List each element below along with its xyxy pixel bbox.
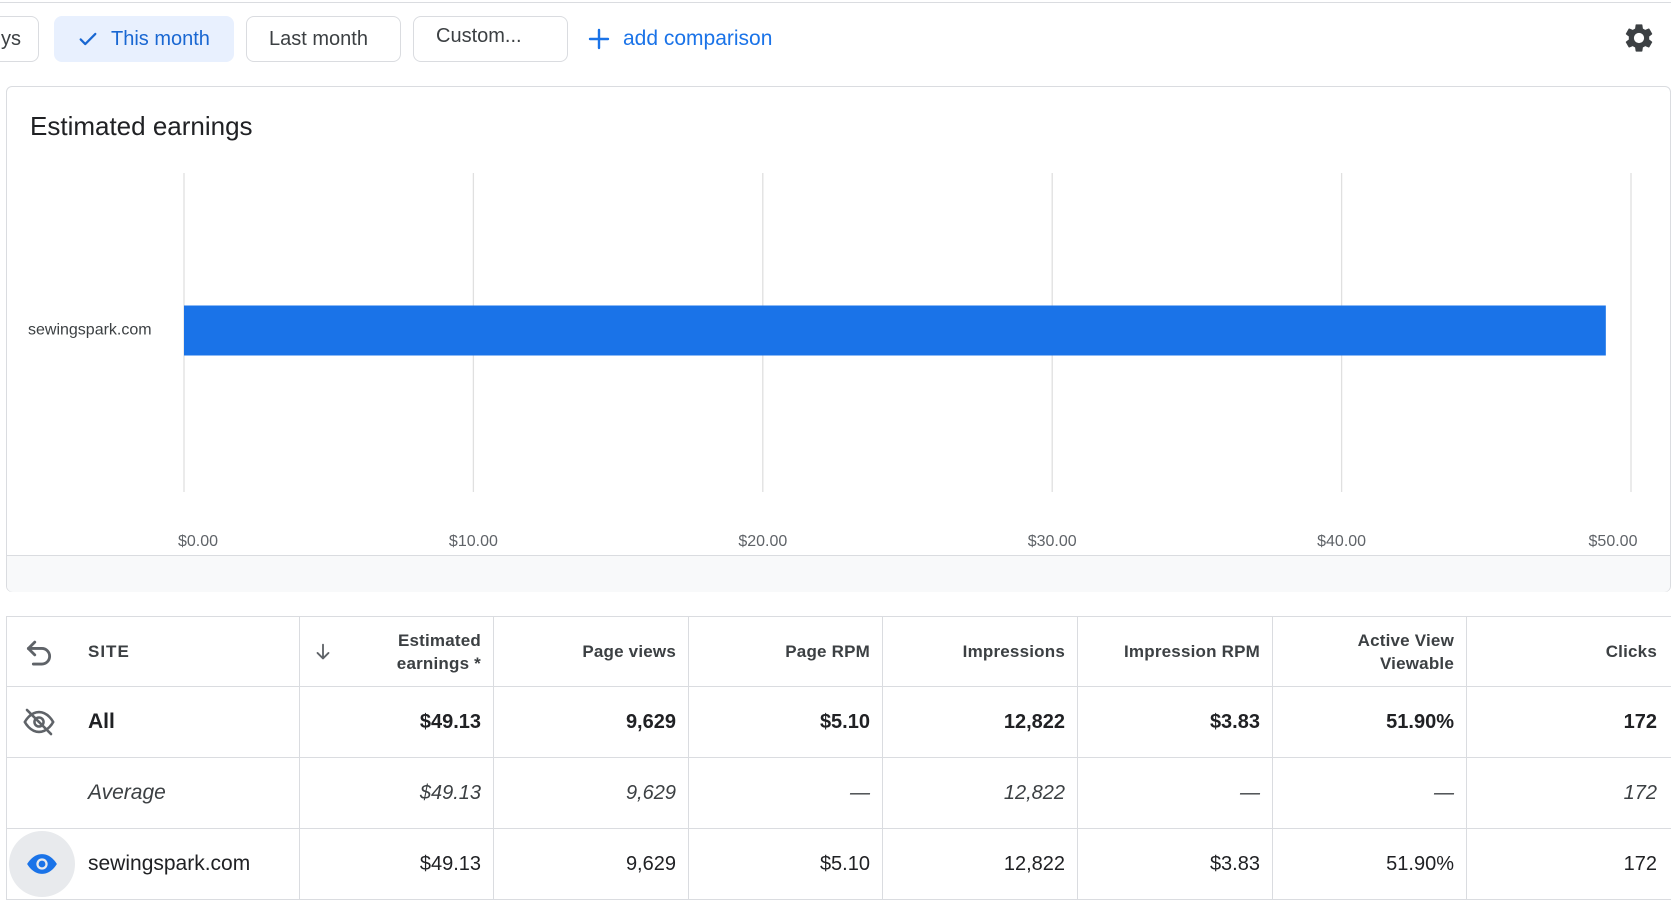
page-rpm-value: — [689, 758, 883, 828]
earnings-value: $49.13 [300, 829, 494, 899]
page-views-value: 9,629 [494, 758, 689, 828]
clicks-value: 172 [1623, 781, 1657, 804]
last-month-chip[interactable]: Last month [246, 16, 401, 62]
site-header-label[interactable]: SITE [88, 617, 130, 686]
impressions-value: 12,822 [883, 829, 1078, 899]
bar [184, 305, 1606, 356]
x-tick-label: $50.00 [1589, 533, 1638, 550]
site-name: sewingspark.com [88, 852, 251, 875]
earnings-bar-chart: $0.00 $10.00 $20.00 $30.00 $40.00 $50.00 sewin… [28, 173, 1638, 550]
impression-rpm-value: $3.83 [1078, 687, 1273, 757]
active-view-value: — [1273, 758, 1467, 828]
x-tick-label: $40.00 [1317, 533, 1366, 550]
active-view-header[interactable]: Active View Viewable [1273, 617, 1467, 686]
active-view-header-line1: Active View [1357, 630, 1454, 650]
x-tick-label: $30.00 [1028, 533, 1077, 550]
impression-rpm-value: — [1078, 758, 1273, 828]
table-header-row: SITE Estimated earnings * Page views Page… [6, 616, 1671, 687]
check-icon [79, 32, 97, 46]
site-header-cell: SITE [6, 617, 300, 686]
table-row-site: sewingspark.com $49.13 9,629 $5.10 12,82… [6, 829, 1671, 900]
active-view-header-line2: Viewable [1379, 653, 1454, 673]
page-views-header[interactable]: Page views [494, 617, 689, 686]
site-cell: Average [6, 758, 300, 828]
add-comparison-button[interactable]: add comparison [587, 22, 772, 56]
table-row-all: All $49.13 9,629 $5.10 12,822 $3.83 51.9… [6, 687, 1671, 758]
gear-icon[interactable] [1622, 21, 1656, 55]
x-tick-label: $20.00 [738, 533, 787, 550]
x-tick-label: $10.00 [449, 533, 498, 550]
date-filter-bar: ys This month Last month Custom... add c… [0, 0, 1671, 84]
this-month-chip[interactable]: This month [54, 16, 234, 62]
date-chip-partial-label: ys [1, 27, 21, 50]
plus-icon [588, 28, 610, 50]
earnings-header-line1: Estimated [397, 630, 481, 650]
active-view-value: 51.90% [1273, 687, 1467, 757]
clicks-value: 172 [1623, 852, 1657, 875]
impressions-value: 12,822 [883, 687, 1078, 757]
category-label: sewingspark.com [28, 322, 152, 339]
impression-rpm-header[interactable]: Impression RPM [1078, 617, 1273, 686]
impressions-value: 12,822 [883, 758, 1078, 828]
date-chip-partial[interactable]: ys [0, 16, 39, 62]
eye-icon[interactable] [25, 847, 59, 881]
x-tick-label: $0.00 [178, 533, 218, 550]
site-name: Average [88, 781, 166, 804]
estimated-earnings-chart-card: Estimated earnings $0.00 $10.00 $20.00 $30.… [6, 86, 1671, 592]
this-month-label: This month [111, 27, 210, 50]
eye-off-icon[interactable] [22, 705, 56, 739]
impression-rpm-value: $3.83 [1078, 829, 1273, 899]
add-comparison-label: add comparison [623, 27, 773, 50]
custom-range-label: Custom... [436, 25, 522, 47]
page-rpm-value: $5.10 [689, 687, 883, 757]
impressions-header[interactable]: Impressions [883, 617, 1078, 686]
site-cell: All [6, 687, 300, 757]
earnings-header[interactable]: Estimated earnings * [300, 617, 494, 686]
last-month-label: Last month [269, 27, 368, 50]
clicks-value: 172 [1623, 710, 1657, 733]
custom-range-chip[interactable]: Custom... [413, 16, 568, 62]
table-row-average: Average $49.13 9,629 — 12,822 — — 172 [6, 758, 1671, 829]
undo-icon[interactable] [22, 635, 56, 669]
earnings-header-line2: earnings * [396, 653, 481, 673]
active-view-value: 51.90% [1273, 829, 1467, 899]
clicks-header[interactable]: Clicks [1467, 617, 1671, 686]
site-cell: sewingspark.com [6, 829, 300, 899]
page-rpm-header[interactable]: Page RPM [689, 617, 883, 686]
site-name: All [88, 710, 115, 733]
earnings-value: $49.13 [300, 687, 494, 757]
earnings-value: $49.13 [300, 758, 494, 828]
page-rpm-value: $5.10 [689, 829, 883, 899]
page-views-value: 9,629 [494, 829, 689, 899]
page-views-value: 9,629 [494, 687, 689, 757]
